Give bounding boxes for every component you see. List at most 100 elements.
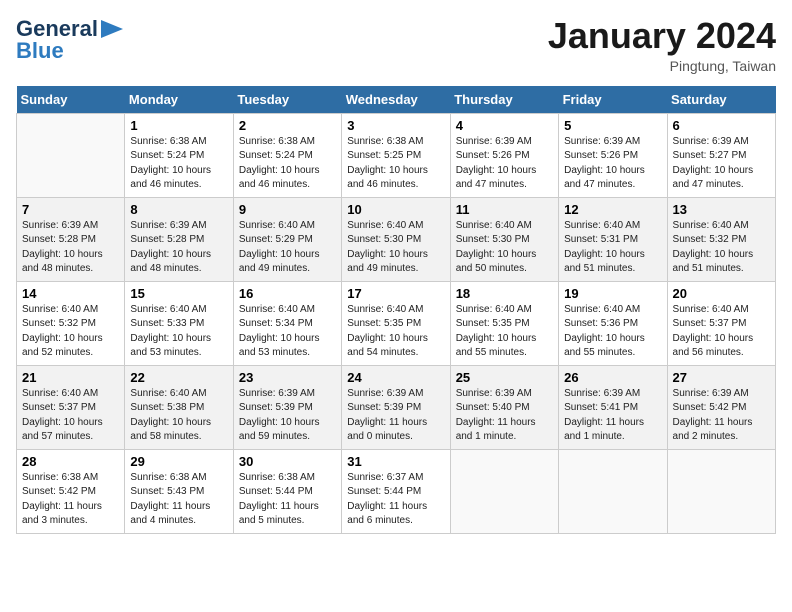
title-block: January 2024 Pingtung, Taiwan xyxy=(548,16,776,74)
calendar-cell: 17Sunrise: 6:40 AMSunset: 5:35 PMDayligh… xyxy=(342,281,450,365)
week-row-3: 14 Sunrise: 6:40 AMSunset: 5:32 PMDayligh… xyxy=(17,281,776,365)
page-header: General Blue January 2024 Pingtung, Taiw… xyxy=(16,16,776,74)
weekday-header-saturday: Saturday xyxy=(667,86,775,114)
day-info: Sunrise: 6:40 AMSunset: 5:32 PMDaylight:… xyxy=(22,303,119,361)
week-row-5: 28 Sunrise: 6:38 AMSunset: 5:42 PMDayligh… xyxy=(17,449,776,533)
day-info: Sunrise: 6:38 AMSunset: 5:24 PMDaylight:… xyxy=(130,135,227,193)
calendar-cell: 4 Sunrise: 6:39 AMSunset: 5:26 PMDaylight… xyxy=(450,113,558,197)
calendar-cell: 8 Sunrise: 6:39 AMSunset: 5:28 PMDaylight… xyxy=(125,197,233,281)
week-row-2: 7 Sunrise: 6:39 AMSunset: 5:28 PMDaylight… xyxy=(17,197,776,281)
weekday-header-friday: Friday xyxy=(559,86,667,114)
day-number: 28 xyxy=(22,454,119,469)
calendar-cell: 19Sunrise: 6:40 AMSunset: 5:36 PMDayligh… xyxy=(559,281,667,365)
day-info: Sunrise: 6:40 AMSunset: 5:37 PMDaylight:… xyxy=(673,303,770,361)
day-number: 14 xyxy=(22,286,119,301)
calendar-cell xyxy=(559,449,667,533)
day-number: 18 xyxy=(456,286,553,301)
calendar-cell: 29 Sunrise: 6:38 AMSunset: 5:43 PMDayligh… xyxy=(125,449,233,533)
day-number: 20 xyxy=(673,286,770,301)
calendar-cell: 12 Sunrise: 6:40 AMSunset: 5:31 PMDayligh… xyxy=(559,197,667,281)
day-number: 13 xyxy=(673,202,770,217)
calendar-cell: 20 Sunrise: 6:40 AMSunset: 5:37 PMDayligh… xyxy=(667,281,775,365)
calendar-cell: 28 Sunrise: 6:38 AMSunset: 5:42 PMDayligh… xyxy=(17,449,125,533)
day-info: Sunrise: 6:39 AMSunset: 5:39 PMDaylight:… xyxy=(347,387,444,445)
logo-arrow-icon xyxy=(101,20,123,38)
weekday-header-monday: Monday xyxy=(125,86,233,114)
week-row-4: 21Sunrise: 6:40 AMSunset: 5:37 PMDayligh… xyxy=(17,365,776,449)
day-number: 26 xyxy=(564,370,661,385)
calendar-cell xyxy=(667,449,775,533)
weekday-header-row: SundayMondayTuesdayWednesdayThursdayFrid… xyxy=(17,86,776,114)
day-number: 23 xyxy=(239,370,336,385)
calendar-cell: 3Sunrise: 6:38 AMSunset: 5:25 PMDaylight… xyxy=(342,113,450,197)
calendar-cell: 25 Sunrise: 6:39 AMSunset: 5:40 PMDayligh… xyxy=(450,365,558,449)
day-number: 12 xyxy=(564,202,661,217)
day-number: 29 xyxy=(130,454,227,469)
weekday-header-sunday: Sunday xyxy=(17,86,125,114)
day-info: Sunrise: 6:39 AMSunset: 5:28 PMDaylight:… xyxy=(22,219,119,277)
day-info: Sunrise: 6:38 AMSunset: 5:43 PMDaylight:… xyxy=(130,471,227,529)
day-info: Sunrise: 6:39 AMSunset: 5:42 PMDaylight:… xyxy=(673,387,770,445)
calendar-cell xyxy=(17,113,125,197)
day-info: Sunrise: 6:40 AMSunset: 5:29 PMDaylight:… xyxy=(239,219,336,277)
day-number: 7 xyxy=(22,202,119,217)
day-number: 31 xyxy=(347,454,444,469)
calendar-cell: 30Sunrise: 6:38 AMSunset: 5:44 PMDayligh… xyxy=(233,449,341,533)
calendar-cell: 15 Sunrise: 6:40 AMSunset: 5:33 PMDayligh… xyxy=(125,281,233,365)
day-info: Sunrise: 6:40 AMSunset: 5:30 PMDaylight:… xyxy=(456,219,553,277)
day-info: Sunrise: 6:37 AMSunset: 5:44 PMDaylight:… xyxy=(347,471,444,529)
day-info: Sunrise: 6:38 AMSunset: 5:42 PMDaylight:… xyxy=(22,471,119,529)
day-info: Sunrise: 6:39 AMSunset: 5:28 PMDaylight:… xyxy=(130,219,227,277)
day-number: 30 xyxy=(239,454,336,469)
day-number: 1 xyxy=(130,118,227,133)
day-info: Sunrise: 6:39 AMSunset: 5:26 PMDaylight:… xyxy=(564,135,661,193)
weekday-header-thursday: Thursday xyxy=(450,86,558,114)
day-info: Sunrise: 6:40 AMSunset: 5:30 PMDaylight:… xyxy=(347,219,444,277)
day-number: 2 xyxy=(239,118,336,133)
calendar-cell: 26Sunrise: 6:39 AMSunset: 5:41 PMDayligh… xyxy=(559,365,667,449)
calendar-cell: 9 Sunrise: 6:40 AMSunset: 5:29 PMDaylight… xyxy=(233,197,341,281)
day-number: 9 xyxy=(239,202,336,217)
day-info: Sunrise: 6:39 AMSunset: 5:40 PMDaylight:… xyxy=(456,387,553,445)
day-info: Sunrise: 6:40 AMSunset: 5:33 PMDaylight:… xyxy=(130,303,227,361)
location: Pingtung, Taiwan xyxy=(548,58,776,74)
day-info: Sunrise: 6:40 AMSunset: 5:31 PMDaylight:… xyxy=(564,219,661,277)
day-info: Sunrise: 6:40 AMSunset: 5:35 PMDaylight:… xyxy=(347,303,444,361)
calendar-cell xyxy=(450,449,558,533)
calendar-cell: 11 Sunrise: 6:40 AMSunset: 5:30 PMDayligh… xyxy=(450,197,558,281)
month-title: January 2024 xyxy=(548,16,776,56)
day-number: 22 xyxy=(130,370,227,385)
day-number: 25 xyxy=(456,370,553,385)
day-number: 27 xyxy=(673,370,770,385)
day-info: Sunrise: 6:40 AMSunset: 5:34 PMDaylight:… xyxy=(239,303,336,361)
day-number: 19 xyxy=(564,286,661,301)
day-number: 8 xyxy=(130,202,227,217)
calendar-cell: 27 Sunrise: 6:39 AMSunset: 5:42 PMDayligh… xyxy=(667,365,775,449)
day-number: 10 xyxy=(347,202,444,217)
day-info: Sunrise: 6:40 AMSunset: 5:38 PMDaylight:… xyxy=(130,387,227,445)
calendar-cell: 21Sunrise: 6:40 AMSunset: 5:37 PMDayligh… xyxy=(17,365,125,449)
calendar-cell: 18Sunrise: 6:40 AMSunset: 5:35 PMDayligh… xyxy=(450,281,558,365)
calendar-cell: 23Sunrise: 6:39 AMSunset: 5:39 PMDayligh… xyxy=(233,365,341,449)
day-number: 4 xyxy=(456,118,553,133)
calendar-cell: 6Sunrise: 6:39 AMSunset: 5:27 PMDaylight… xyxy=(667,113,775,197)
day-info: Sunrise: 6:40 AMSunset: 5:32 PMDaylight:… xyxy=(673,219,770,277)
calendar-cell: 24 Sunrise: 6:39 AMSunset: 5:39 PMDayligh… xyxy=(342,365,450,449)
day-number: 15 xyxy=(130,286,227,301)
calendar-cell: 7 Sunrise: 6:39 AMSunset: 5:28 PMDaylight… xyxy=(17,197,125,281)
day-number: 5 xyxy=(564,118,661,133)
calendar-cell: 14 Sunrise: 6:40 AMSunset: 5:32 PMDayligh… xyxy=(17,281,125,365)
day-info: Sunrise: 6:39 AMSunset: 5:26 PMDaylight:… xyxy=(456,135,553,193)
day-number: 3 xyxy=(347,118,444,133)
calendar-cell: 1 Sunrise: 6:38 AMSunset: 5:24 PMDaylight… xyxy=(125,113,233,197)
calendar-cell: 5 Sunrise: 6:39 AMSunset: 5:26 PMDaylight… xyxy=(559,113,667,197)
calendar-cell: 16Sunrise: 6:40 AMSunset: 5:34 PMDayligh… xyxy=(233,281,341,365)
calendar-cell: 22 Sunrise: 6:40 AMSunset: 5:38 PMDayligh… xyxy=(125,365,233,449)
logo: General Blue xyxy=(16,16,123,63)
weekday-header-tuesday: Tuesday xyxy=(233,86,341,114)
calendar-cell: 10 Sunrise: 6:40 AMSunset: 5:30 PMDayligh… xyxy=(342,197,450,281)
weekday-header-wednesday: Wednesday xyxy=(342,86,450,114)
day-number: 11 xyxy=(456,202,553,217)
day-number: 6 xyxy=(673,118,770,133)
day-number: 24 xyxy=(347,370,444,385)
